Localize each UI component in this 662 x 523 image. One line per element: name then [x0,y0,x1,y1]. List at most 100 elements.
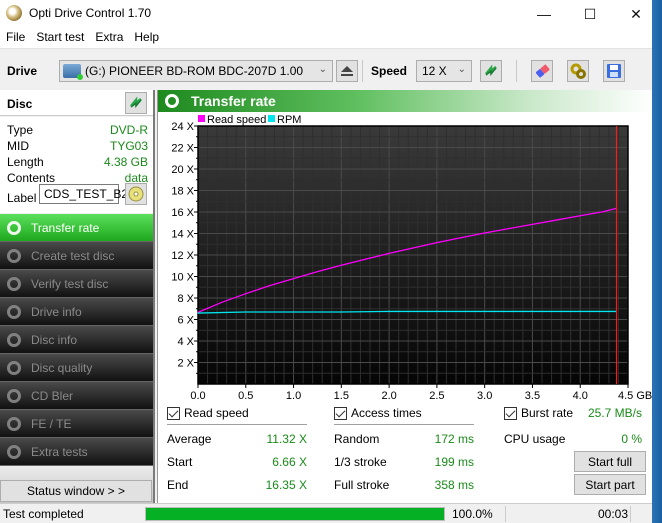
disc-label-button[interactable] [125,183,147,205]
menu-start-test[interactable]: Start test [30,28,89,48]
drive-label: Drive [7,64,38,78]
disc-label-key: Label [7,191,37,205]
transfer-rate-icon [165,94,179,108]
nav-cd-bler[interactable]: CD Bler [0,382,153,410]
x-tick-label: 1.5 [334,390,349,402]
main-panel: Transfer rate Read speed RPM 2 X 4 X 6 X 8 … [157,90,653,503]
drive-icon [63,64,83,80]
nav-fe-te[interactable]: FE / TE [0,410,153,438]
read-speed-checkbox-label: Read speed [184,406,249,420]
start-part-button[interactable]: Start part [574,474,646,495]
status-bar: Test completed 100.0% 00:03 [0,503,652,523]
menu-help[interactable]: Help [128,28,164,48]
progress-percent: 100.0% [452,507,493,521]
average-label: Average [167,432,212,446]
nav-drive-info[interactable]: Drive info [0,298,153,326]
y-tick-label: 2 X [177,358,194,370]
disc-type-key: Type [7,123,34,137]
status-window-button[interactable]: Status window > > [0,480,152,502]
erase-icon [535,64,550,78]
disc-type-row: Type DVD-R [7,123,148,139]
nav-label: Verify test disc [31,276,109,291]
rpm-point [340,311,342,313]
read-speed-point [412,247,414,249]
y-tick-label: 16 X [171,207,194,219]
x-tick-label: 2.0 [381,390,396,402]
disc-title: Disc [7,97,33,111]
y-axis: 2 X 4 X 6 X 8 X 10 X 12 X 14 X 16 X 18 X 20 X 22 X… [171,121,198,374]
divider [167,424,307,425]
x-axis: 0.0 0.5 1.0 1.5 2.0 2.5 3.0 3.5 4.0 4.5 GB [190,384,652,402]
full-stroke-label: Full stroke [334,478,390,492]
nav-label: Transfer rate [31,220,100,235]
toolbar-separator [362,60,363,82]
disc-mid-value: TYG03 [109,139,148,153]
extra-tests-icon [7,444,21,459]
app-icon [6,5,22,21]
start-value: 6.66 X [272,455,307,469]
erase-button[interactable] [531,60,553,82]
refresh-icon [485,64,497,77]
x-tick-label: 1.0 [286,390,301,402]
access-times-checkbox[interactable]: Access times [334,406,422,420]
start-full-button[interactable]: Start full [574,451,646,472]
end-label: End [167,478,189,492]
minimize-button[interactable]: — [521,0,567,28]
nav-disc-quality[interactable]: Disc quality [0,354,153,382]
menu-bar: File Start test Extra Help [0,28,652,48]
chevron-down-icon: ⌄ [318,64,327,75]
maximize-button[interactable]: ☐ [567,0,613,28]
menu-file[interactable]: File [0,28,30,48]
status-divider [630,506,631,522]
read-speed-point [460,237,462,239]
full-stroke-value: 358 ms [434,478,474,492]
y-tick-label: 4 X [177,336,194,348]
disc-info-icon [7,332,21,347]
checkbox-checked-icon [334,406,347,420]
eject-icon [341,66,353,76]
test-nav: Transfer rate Create test disc Verify te… [0,214,153,512]
settings-button[interactable] [567,60,589,82]
rpm-point [579,310,581,313]
chevron-down-icon: ⌄ [457,64,466,75]
drive-select[interactable]: (G:) PIONEER BD-ROM BDC-207D 1.00 ⌄ [59,60,333,82]
toolbar-separator [516,60,517,82]
x-tick-label: 4.5 GB [618,390,652,402]
nav-verify-test-disc[interactable]: Verify test disc [0,270,153,298]
eject-button[interactable] [336,60,358,82]
elapsed-time: 00:03 [598,507,629,521]
nav-label: Disc quality [31,360,93,375]
nav-label: CD Bler [31,388,74,403]
save-button[interactable] [603,60,625,82]
nav-extra-tests[interactable]: Extra tests [0,438,153,466]
speed-select[interactable]: 12 X ⌄ [416,60,472,82]
disc-mid-key: MID [7,139,29,153]
disc-refresh-button[interactable] [125,92,147,114]
disc-header: Disc [0,90,153,116]
speed-value: 12 X [422,64,447,78]
nav-create-test-disc[interactable]: Create test disc [0,242,153,270]
status-text: Test completed [3,507,84,521]
progress-fill [146,508,444,520]
read-speed-point [603,210,605,213]
read-speed-point [364,258,366,260]
transfer-rate-icon [7,220,21,235]
y-tick-label: 20 X [171,164,194,176]
x-tick-label: 4.0 [573,390,588,402]
main-title: Transfer rate [191,93,276,109]
divider [334,424,474,425]
cpu-usage-value: 0 % [621,432,642,446]
disc-mid-row: MID TYG03 [7,139,148,155]
nav-transfer-rate[interactable]: Transfer rate [0,214,153,242]
menu-extra[interactable]: Extra [89,28,128,48]
nav-disc-info[interactable]: Disc info [0,326,153,354]
read-speed-checkbox[interactable]: Read speed [167,406,249,420]
read-speed-point [340,264,342,266]
read-speed-point [531,223,534,225]
disc-label-input[interactable]: CDS_TEST_B2 [39,184,128,204]
refresh-button[interactable] [480,60,502,82]
rpm-point [484,310,486,313]
nav-label: Drive info [31,304,82,319]
read-speed-point [484,232,486,234]
disc-length-key: Length [7,155,44,169]
